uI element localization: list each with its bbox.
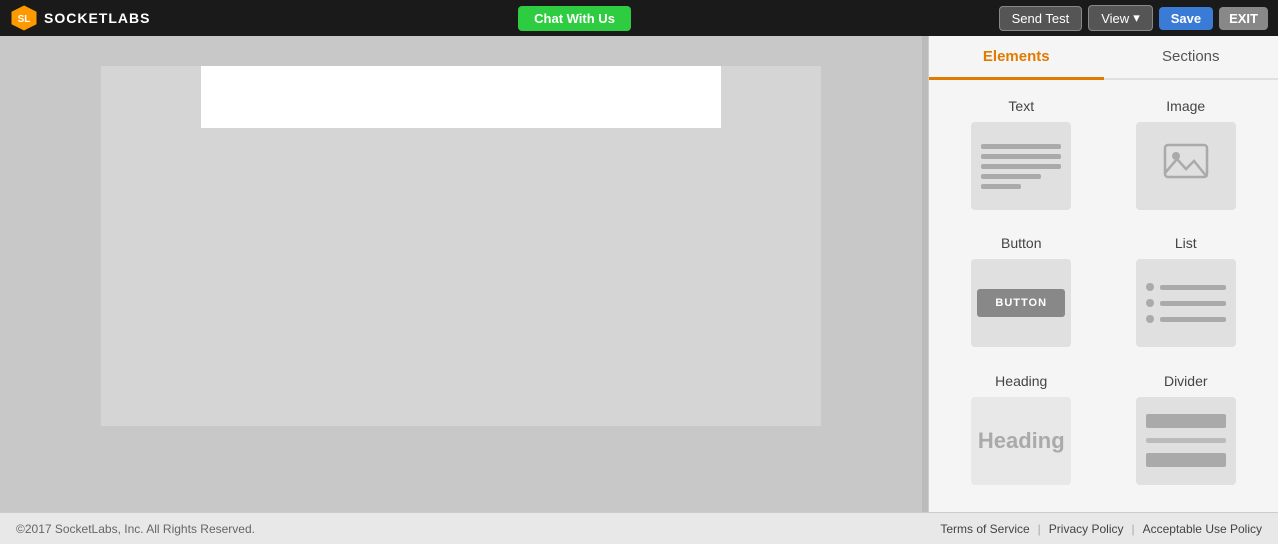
logo-area: SL SOCKETLABS: [10, 4, 150, 32]
send-test-button[interactable]: Send Test: [999, 6, 1083, 31]
divider-bar-thick-2: [1146, 453, 1226, 467]
footer-links: Terms of Service | Privacy Policy | Acce…: [940, 522, 1262, 536]
socketlabs-logo-icon: SL: [10, 4, 38, 32]
heading-element-preview[interactable]: Heading: [971, 397, 1071, 485]
list-bar-3: [1160, 317, 1226, 322]
button-element-preview[interactable]: BUTTON: [971, 259, 1071, 347]
list-bar-1: [1160, 285, 1226, 290]
element-cell-button: Button BUTTON: [939, 227, 1104, 364]
element-label-image: Image: [1166, 98, 1205, 114]
element-label-list: List: [1175, 235, 1197, 251]
header-center: Chat With Us: [518, 6, 631, 31]
privacy-policy-link[interactable]: Privacy Policy: [1049, 522, 1124, 536]
list-row-3: [1146, 315, 1226, 323]
email-canvas: [101, 66, 821, 426]
view-button[interactable]: View ▾: [1088, 5, 1152, 31]
svg-text:SL: SL: [18, 14, 31, 25]
right-panel: Elements Sections Text Im: [928, 36, 1278, 512]
text-line-5: [981, 184, 1021, 189]
save-button[interactable]: Save: [1159, 7, 1213, 30]
footer-copyright: ©2017 SocketLabs, Inc. All Rights Reserv…: [16, 522, 255, 536]
text-line-2: [981, 154, 1061, 159]
terms-of-service-link[interactable]: Terms of Service: [940, 522, 1029, 536]
text-line-3: [981, 164, 1061, 169]
logo-text: SOCKETLABS: [44, 10, 150, 26]
list-dot-2: [1146, 299, 1154, 307]
main-area: Elements Sections Text Im: [0, 36, 1278, 512]
acceptable-use-policy-link[interactable]: Acceptable Use Policy: [1143, 522, 1262, 536]
header-right: Send Test View ▾ Save EXIT: [999, 5, 1268, 31]
text-element-preview[interactable]: [971, 122, 1071, 210]
canvas-area: [0, 36, 922, 512]
list-preview-lines: [1136, 273, 1236, 333]
element-cell-list: List: [1104, 227, 1269, 364]
element-label-text: Text: [1008, 98, 1034, 114]
chevron-down-icon: ▾: [1133, 10, 1140, 26]
element-label-divider: Divider: [1164, 373, 1208, 389]
elements-grid: Text Image: [929, 80, 1278, 512]
divider-element-preview[interactable]: [1136, 397, 1236, 485]
email-header-block: [201, 66, 721, 128]
chat-with-us-button[interactable]: Chat With Us: [518, 6, 631, 31]
heading-preview-box: Heading: [971, 397, 1071, 485]
list-row-1: [1146, 283, 1226, 291]
list-dot-1: [1146, 283, 1154, 291]
tab-sections[interactable]: Sections: [1104, 36, 1278, 78]
text-line-4: [981, 174, 1041, 179]
button-preview-inner: BUTTON: [977, 289, 1065, 317]
panel-tabs: Elements Sections: [929, 36, 1278, 80]
heading-preview-text: Heading: [978, 428, 1065, 454]
footer-sep-2: |: [1131, 522, 1134, 536]
element-cell-text: Text: [939, 90, 1104, 227]
element-label-button: Button: [1001, 235, 1041, 251]
text-line-1: [981, 144, 1061, 149]
element-label-heading: Heading: [995, 373, 1047, 389]
divider-preview-lines: [1136, 398, 1236, 483]
divider-bar-thick-1: [1146, 414, 1226, 428]
list-bar-2: [1160, 301, 1226, 306]
element-cell-heading: Heading Heading: [939, 365, 1104, 502]
text-preview-lines: [971, 134, 1071, 199]
element-cell-image: Image: [1104, 90, 1269, 227]
page-footer: ©2017 SocketLabs, Inc. All Rights Reserv…: [0, 512, 1278, 544]
footer-sep-1: |: [1038, 522, 1041, 536]
exit-button[interactable]: EXIT: [1219, 7, 1268, 30]
app-header: SL SOCKETLABS Chat With Us Send Test Vie…: [0, 0, 1278, 36]
tab-elements[interactable]: Elements: [929, 36, 1104, 80]
element-cell-divider: Divider: [1104, 365, 1269, 502]
list-row-2: [1146, 299, 1226, 307]
list-dot-3: [1146, 315, 1154, 323]
divider-bar-thin: [1146, 438, 1226, 443]
list-element-preview[interactable]: [1136, 259, 1236, 347]
image-icon: [1161, 137, 1211, 196]
image-element-preview[interactable]: [1136, 122, 1236, 210]
